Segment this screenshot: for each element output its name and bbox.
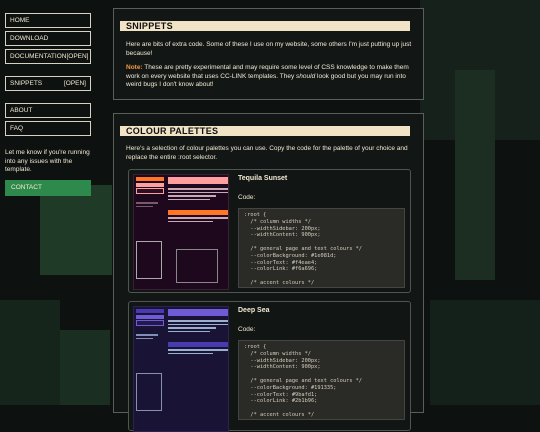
nav-documentation[interactable]: DOCUMENTATION [OPEN] <box>5 49 91 64</box>
snippets-note: Note: These are pretty experimental and … <box>126 64 409 88</box>
background-shape <box>40 185 112 275</box>
snippets-panel: SNIPPETS Here are bits of extra code. So… <box>113 8 424 100</box>
background-shape <box>455 70 495 280</box>
nav-snippets[interactable]: SNIPPETS [OPEN] <box>5 76 91 91</box>
nav-home[interactable]: HOME <box>5 13 91 28</box>
snippets-intro: Here are bits of extra code. Some of the… <box>126 41 412 57</box>
nav-label: SNIPPETS <box>10 80 43 87</box>
palette-preview-image <box>133 306 229 432</box>
code-block[interactable]: :root { /* column widths */ --widthSideb… <box>238 208 405 288</box>
nav-label: DOWNLOAD <box>10 35 49 42</box>
palette-preview-image <box>133 174 229 290</box>
contact-button[interactable]: CONTACT <box>5 179 91 196</box>
palettes-intro: Here's a selection of colour palettes yo… <box>126 145 408 161</box>
nav-faq[interactable]: FAQ <box>5 121 91 136</box>
nav-label: HOME <box>10 17 30 24</box>
palette-card: Tequila Sunset Code: :root { /* column w… <box>128 169 411 293</box>
nav-label: DOCUMENTATION <box>10 53 67 60</box>
nav-label: FAQ <box>10 125 24 132</box>
code-label: Code: <box>238 194 256 201</box>
nav-about[interactable]: ABOUT <box>5 103 91 118</box>
palette-name: Tequila Sunset <box>238 175 288 182</box>
code-label: Code: <box>238 326 256 333</box>
palette-name: Deep Sea <box>238 307 270 314</box>
nav-download[interactable]: DOWNLOAD <box>5 31 91 46</box>
palette-card: Deep Sea Code: :root { /* column widths … <box>128 301 411 432</box>
background-shape <box>430 300 540 405</box>
palettes-panel: COLOUR PALETTES Here's a selection of co… <box>113 113 424 432</box>
sidebar-note: Let me know if you're running into any i… <box>5 149 90 173</box>
snippets-title: SNIPPETS <box>120 21 410 31</box>
nav-open-tag: [OPEN] <box>63 80 86 87</box>
code-block[interactable]: :root { /* column widths */ --widthSideb… <box>238 340 405 420</box>
nav-label: ABOUT <box>10 107 33 114</box>
nav-open-tag: [OPEN] <box>66 53 89 60</box>
background-shape <box>60 330 110 405</box>
sidebar: HOME DOWNLOAD DOCUMENTATION [OPEN] SNIPPE… <box>5 13 91 196</box>
background-shape <box>0 300 60 405</box>
palettes-title: COLOUR PALETTES <box>120 126 410 136</box>
